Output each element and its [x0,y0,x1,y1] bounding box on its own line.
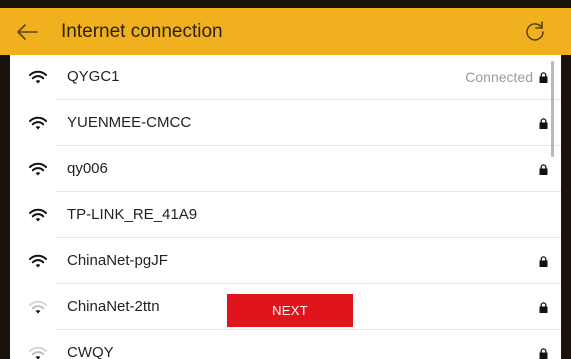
back-arrow-icon[interactable] [15,21,39,43]
wifi-icon [29,116,47,130]
network-ssid: qy006 [67,160,108,177]
wifi-weak-icon [29,300,47,314]
wifi-network-row[interactable]: QYGC1 Connected [10,55,561,100]
wifi-icon [29,70,47,84]
network-ssid: TP-LINK_RE_41A9 [67,206,198,223]
network-ssid: QYGC1 [67,68,120,85]
lock-icon [539,163,548,175]
lock-icon [539,117,548,129]
wifi-icon [29,162,47,176]
network-ssid: YUENMEE-CMCC [67,114,192,131]
page-title: Internet connection [61,21,223,42]
next-button[interactable]: NEXT [227,294,353,327]
wifi-network-row[interactable]: ChinaNet-pgJF [10,238,561,284]
wifi-icon [29,254,47,268]
lock-icon [539,347,548,359]
wifi-icon [29,208,47,222]
lock-icon [539,301,548,313]
wifi-network-row[interactable]: YUENMEE-CMCC [10,100,561,146]
wifi-network-row[interactable]: TP-LINK_RE_41A9 [10,192,561,238]
network-ssid: CWQY [67,344,114,359]
lock-icon [539,71,548,83]
wifi-network-row[interactable]: CWQY [10,330,561,359]
wifi-weak-icon [29,346,47,359]
app-frame: Internet connection QYGC1 Connected YUENME… [0,0,571,359]
wifi-network-row[interactable]: qy006 [10,146,561,192]
network-ssid: ChinaNet-pgJF [67,252,168,269]
top-bar: Internet connection [0,8,571,55]
scrollbar[interactable] [551,61,554,157]
refresh-icon[interactable] [524,20,546,42]
connection-status: Connected [465,69,533,85]
network-ssid: ChinaNet-2ttn [67,298,160,315]
lock-icon [539,255,548,267]
